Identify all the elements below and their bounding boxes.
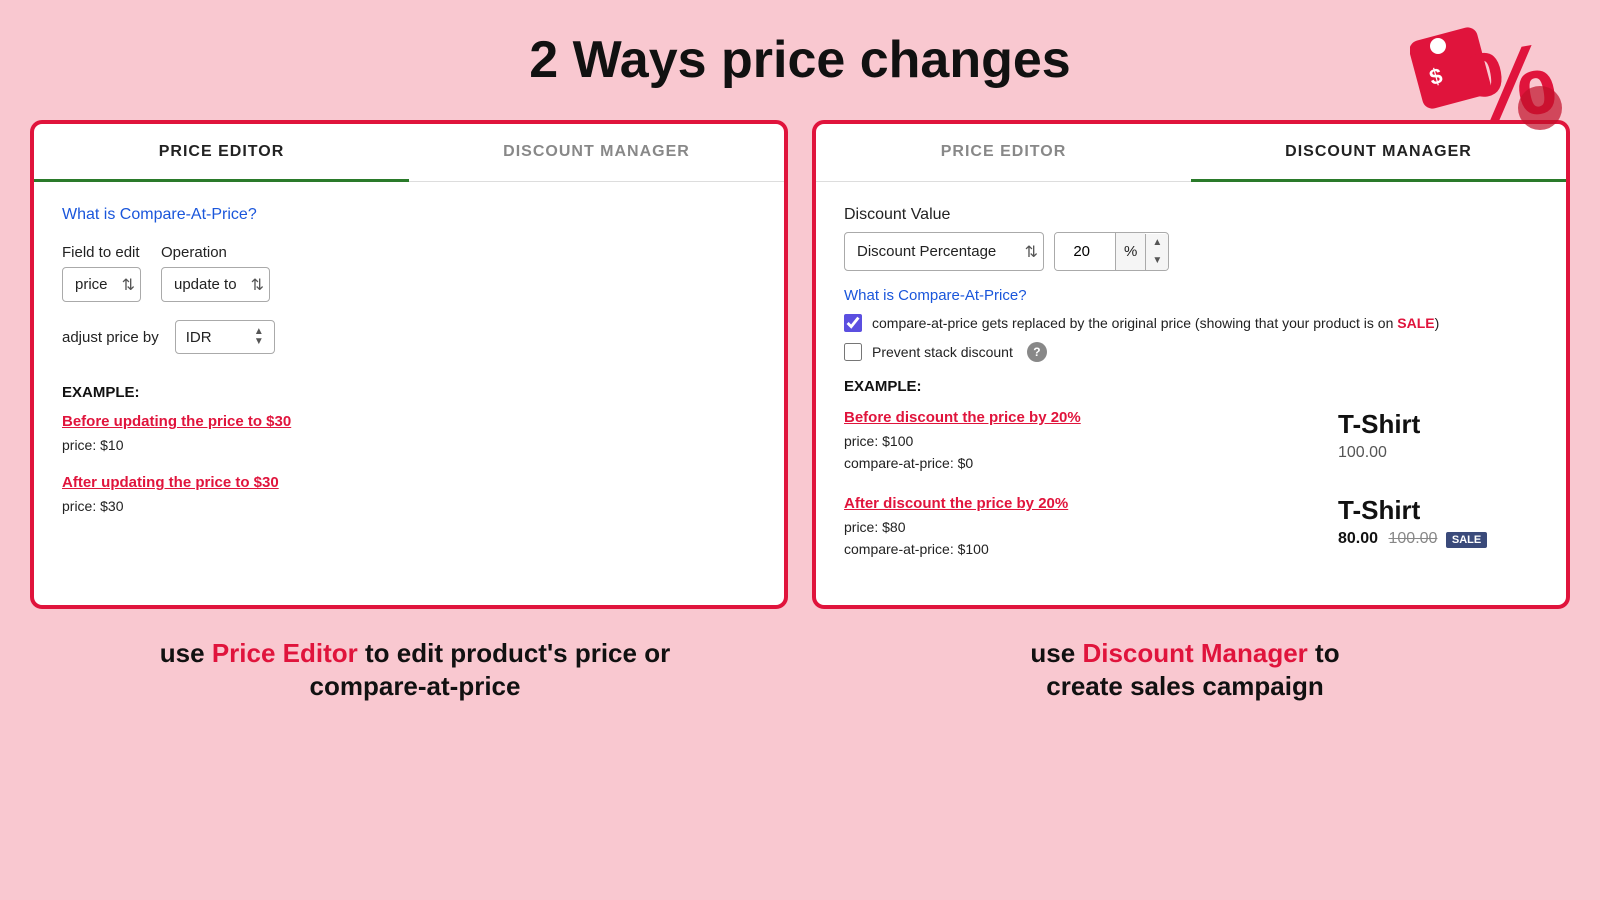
- before-discount-title: Before discount the price by 20%: [844, 409, 1338, 426]
- prevent-checkbox[interactable]: [844, 343, 862, 361]
- right-tabs: PRICE EDITOR DISCOUNT MANAGER: [816, 124, 1566, 182]
- product-name-before: T-Shirt: [1338, 409, 1538, 440]
- before-discount-price: price: $100: [844, 430, 1338, 452]
- discount-type-select[interactable]: Discount Percentage Fixed Amount: [844, 232, 1044, 271]
- product-price-before: 100.00: [1338, 444, 1538, 462]
- tab-price-editor-right[interactable]: PRICE EDITOR: [816, 125, 1191, 182]
- pct-label: %: [1115, 233, 1145, 270]
- discount-amount-input[interactable]: [1055, 233, 1115, 270]
- field-select-wrapper: price ⇅: [62, 267, 141, 302]
- discount-type-wrapper: Discount Percentage Fixed Amount ⇅: [844, 232, 1044, 271]
- footer-left-highlight: Price Editor: [212, 638, 358, 668]
- before-discount-product: T-Shirt 100.00: [1338, 409, 1538, 462]
- cap-checkbox-label: compare-at-price gets replaced by the or…: [872, 315, 1439, 331]
- after-discount-price: price: $80: [844, 516, 1338, 538]
- example-section-left: EXAMPLE: Before updating the price to $3…: [62, 384, 756, 518]
- after-title: After updating the price to $30: [62, 474, 756, 491]
- price-sale-new: 80.00: [1338, 530, 1378, 547]
- operation-label: Operation: [161, 244, 270, 261]
- discount-value-label: Discount Value: [844, 206, 1538, 224]
- product-name-after: T-Shirt: [1338, 495, 1538, 526]
- footer-left: use Price Editor to edit product's price…: [30, 637, 800, 705]
- tab-price-editor-left[interactable]: PRICE EDITOR: [34, 125, 409, 182]
- cap-checkbox[interactable]: [844, 314, 862, 332]
- discount-input-row: Discount Percentage Fixed Amount ⇅ % ▲ ▼: [844, 232, 1538, 271]
- pct-up[interactable]: ▲: [1146, 234, 1168, 252]
- operation-select-wrapper: update to ⇅: [161, 267, 270, 302]
- operation-group: Operation update to ⇅: [161, 244, 270, 302]
- product-price-after: 80.00 100.00 SALE: [1338, 530, 1538, 548]
- what-cap-link-right[interactable]: What is Compare-At-Price?: [844, 287, 1538, 304]
- help-icon[interactable]: ?: [1027, 342, 1047, 362]
- adjust-row: adjust price by IDR ▲ ▼: [62, 320, 756, 354]
- what-cap-link-left[interactable]: What is Compare-At-Price?: [62, 206, 756, 224]
- after-price: price: $30: [62, 495, 756, 517]
- idr-down[interactable]: ▼: [254, 337, 264, 347]
- before-title: Before updating the price to $30: [62, 413, 756, 430]
- tab-discount-manager-right[interactable]: DISCOUNT MANAGER: [1191, 125, 1566, 182]
- panels-container: PRICE EDITOR DISCOUNT MANAGER What is Co…: [0, 120, 1600, 609]
- cap-checkbox-row: compare-at-price gets replaced by the or…: [844, 314, 1538, 332]
- discount-value-section: Discount Value Discount Percentage Fixed…: [844, 206, 1538, 271]
- before-example: Before updating the price to $30 price: …: [62, 413, 756, 456]
- example-label-left: EXAMPLE:: [62, 384, 756, 401]
- adjust-label: adjust price by: [62, 329, 159, 346]
- before-price: price: $10: [62, 434, 756, 456]
- sale-text: SALE: [1397, 315, 1434, 331]
- field-label: Field to edit: [62, 244, 141, 261]
- form-row-left: Field to edit price ⇅ Operation update t…: [62, 244, 756, 302]
- after-discount-product: T-Shirt 80.00 100.00 SALE: [1338, 495, 1538, 548]
- after-discount-split: After discount the price by 20% price: $…: [844, 495, 1538, 561]
- cap-section: What is Compare-At-Price? compare-at-pri…: [844, 287, 1538, 362]
- prevent-checkbox-row: Prevent stack discount ?: [844, 342, 1538, 362]
- right-panel-body: Discount Value Discount Percentage Fixed…: [816, 182, 1566, 605]
- after-discount-title: After discount the price by 20%: [844, 495, 1338, 512]
- idr-box[interactable]: IDR ▲ ▼: [175, 320, 275, 354]
- pct-spinner: ▲ ▼: [1145, 234, 1168, 270]
- left-panel-body: What is Compare-At-Price? Field to edit …: [34, 182, 784, 560]
- field-group: Field to edit price ⇅: [62, 244, 141, 302]
- price-sale-old: 100.00: [1389, 530, 1438, 547]
- prevent-label: Prevent stack discount: [872, 344, 1013, 360]
- before-discount-left: Before discount the price by 20% price: …: [844, 409, 1338, 475]
- tab-discount-manager-left[interactable]: DISCOUNT MANAGER: [409, 125, 784, 182]
- page-title: 2 Ways price changes: [0, 0, 1600, 110]
- r-example-label: EXAMPLE:: [844, 378, 1538, 395]
- before-discount-split: Before discount the price by 20% price: …: [844, 409, 1538, 475]
- before-discount-cap: compare-at-price: $0: [844, 452, 1338, 474]
- discount-number-box: % ▲ ▼: [1054, 232, 1169, 271]
- footer-right-highlight: Discount Manager: [1082, 638, 1307, 668]
- left-tabs: PRICE EDITOR DISCOUNT MANAGER: [34, 124, 784, 182]
- idr-spinner: ▲ ▼: [254, 327, 264, 347]
- left-panel: PRICE EDITOR DISCOUNT MANAGER What is Co…: [30, 120, 788, 609]
- after-discount-cap: compare-at-price: $100: [844, 538, 1338, 560]
- footer-right: use Discount Manager to create sales cam…: [800, 637, 1570, 705]
- after-discount-left: After discount the price by 20% price: $…: [844, 495, 1338, 561]
- pct-down[interactable]: ▼: [1146, 252, 1168, 270]
- right-panel: PRICE EDITOR DISCOUNT MANAGER Discount V…: [812, 120, 1570, 609]
- sale-badge: SALE: [1446, 532, 1487, 548]
- idr-text: IDR: [186, 329, 212, 346]
- field-select[interactable]: price: [62, 267, 141, 302]
- after-example: After updating the price to $30 price: $…: [62, 474, 756, 517]
- operation-select[interactable]: update to: [161, 267, 270, 302]
- r-example-section: EXAMPLE: Before discount the price by 20…: [844, 378, 1538, 561]
- footer-bar: use Price Editor to edit product's price…: [0, 627, 1600, 705]
